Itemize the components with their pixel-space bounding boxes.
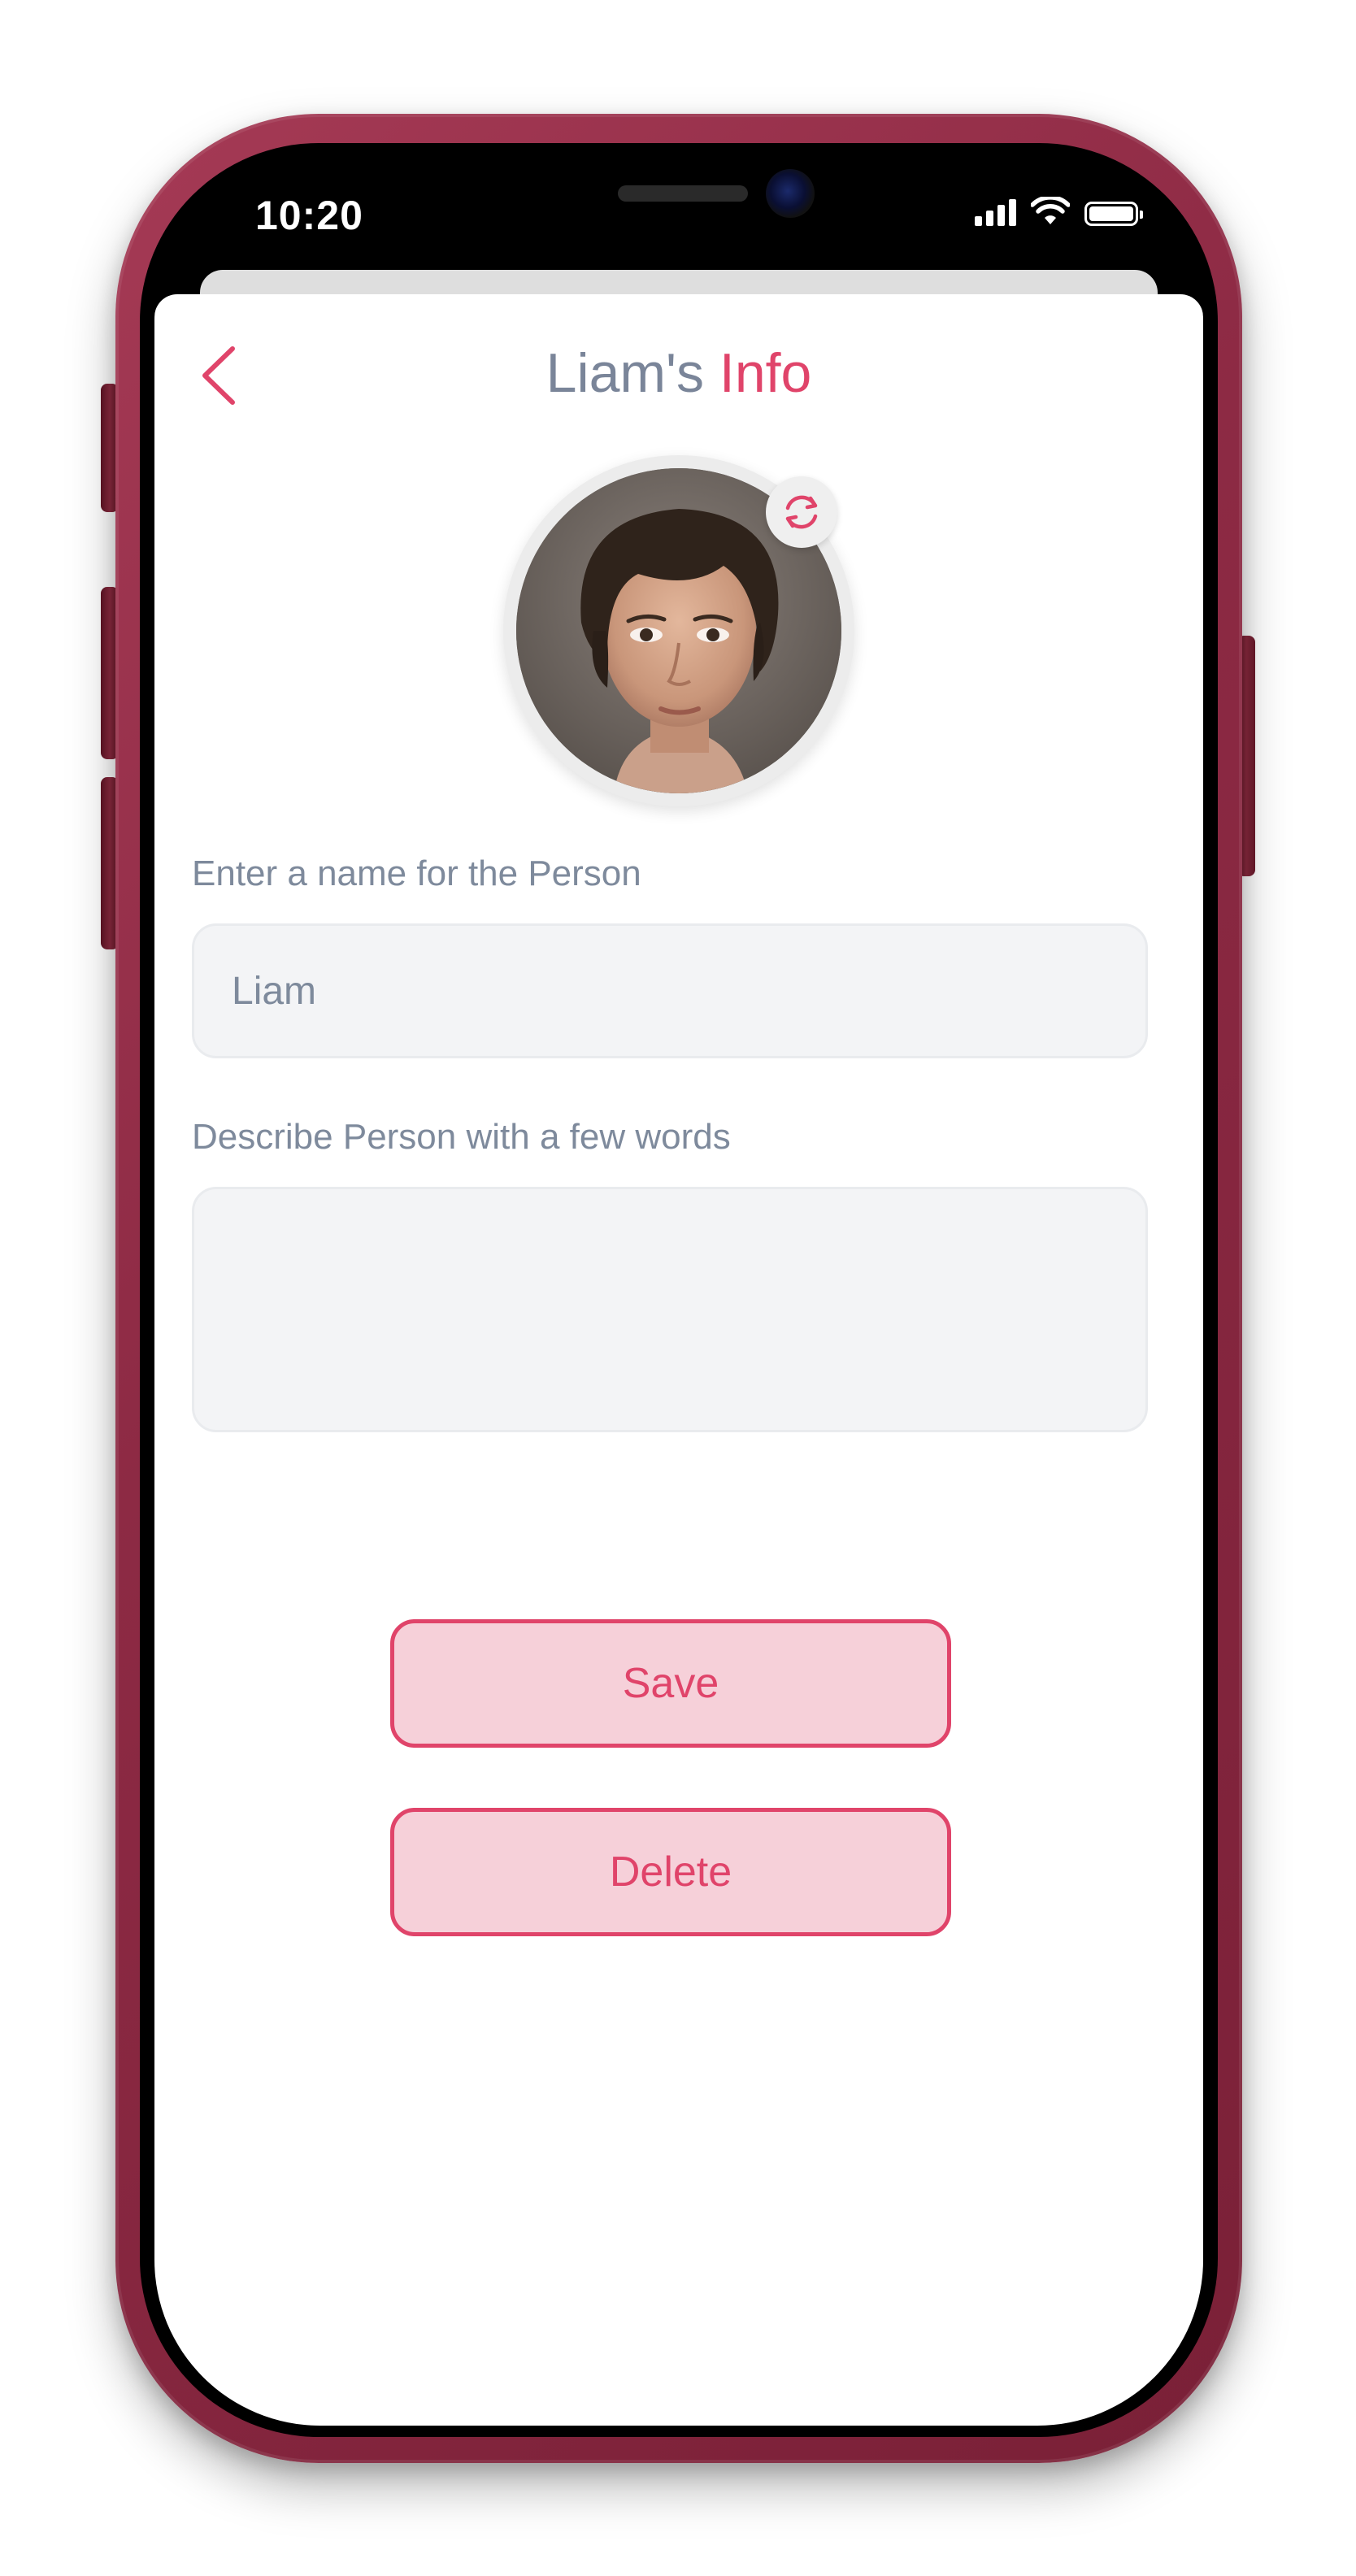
battery-level <box>1089 206 1133 221</box>
earpiece-speaker <box>618 185 748 202</box>
status-icons <box>975 197 1143 226</box>
page-title-accent: Info <box>719 342 812 404</box>
battery-icon <box>1084 202 1143 226</box>
name-input[interactable] <box>192 923 1148 1058</box>
description-textarea[interactable] <box>192 1187 1148 1432</box>
change-photo-button[interactable] <box>766 476 837 548</box>
page-title-name: Liam's <box>545 342 705 404</box>
status-time: 10:20 <box>255 193 363 238</box>
wifi-icon <box>1031 197 1070 224</box>
phone-screen: 10:20 Liam's Info Enter a name for the P… <box>154 154 1203 2426</box>
person-info-sheet: Liam's Info Enter a name for the Person … <box>154 294 1203 2426</box>
cellular-signal-icon <box>975 198 1016 226</box>
delete-button[interactable]: Delete <box>390 1808 951 1936</box>
device-mockup: 10:20 Liam's Info Enter a name for the P… <box>0 0 1356 2576</box>
save-button[interactable]: Save <box>390 1619 951 1748</box>
description-label: Describe Person with a few words <box>192 1117 731 1157</box>
front-camera <box>766 169 815 218</box>
page-title: Liam's Info <box>154 341 1203 405</box>
name-label: Enter a name for the Person <box>192 854 641 893</box>
refresh-icon <box>785 495 818 529</box>
